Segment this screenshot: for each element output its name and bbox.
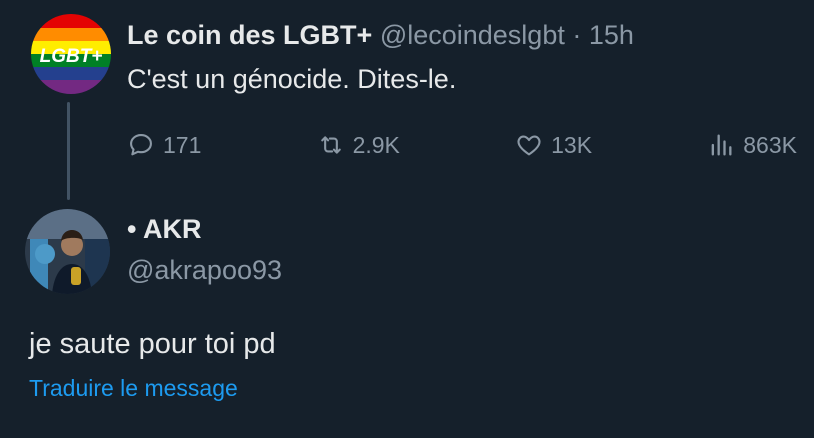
like-count: 13K [551,131,593,158]
retweet-count: 2.9K [352,131,400,158]
author-handle[interactable]: @lecoindeslgbt [380,20,565,50]
rainbow-flag-avatar-image: LGBT+ [31,14,111,94]
reply-count: 171 [163,131,202,158]
views-count: 863K [743,131,797,158]
reply-icon [130,134,152,156]
views-button[interactable]: 863K [707,131,797,159]
user-photo-icon [25,209,110,294]
reply-text: je saute pour toi pd [29,328,276,360]
tweet-text: C'est un génocide. Dites-le. [127,64,457,94]
author-avatar[interactable]: LGBT+ [31,14,111,94]
retweet-button[interactable]: 2.9K [317,131,400,159]
thread-line [67,102,70,200]
reply-author-handle[interactable]: @akrapoo93 [127,255,282,286]
views-icon [711,134,732,156]
header-separator: · [572,20,582,50]
avatar-lgbt-text: LGBT+ [40,46,103,67]
heart-icon [517,135,541,156]
translate-link[interactable]: Traduire le message [29,375,238,402]
author-name[interactable]: Le coin des LGBT+ [127,20,372,50]
retweet-icon [320,136,341,154]
tweet-actions: 171 2.9K 13K 863K [127,127,797,163]
reply-author-name[interactable]: • AKR [127,214,201,245]
tweet-time[interactable]: 15h [589,20,634,50]
tweet-header: Le coin des LGBT+ @lecoindeslgbt · 15h [127,20,634,51]
reply-button[interactable]: 171 [127,131,201,159]
like-button[interactable]: 13K [515,131,592,159]
reply-avatar[interactable] [25,209,110,294]
